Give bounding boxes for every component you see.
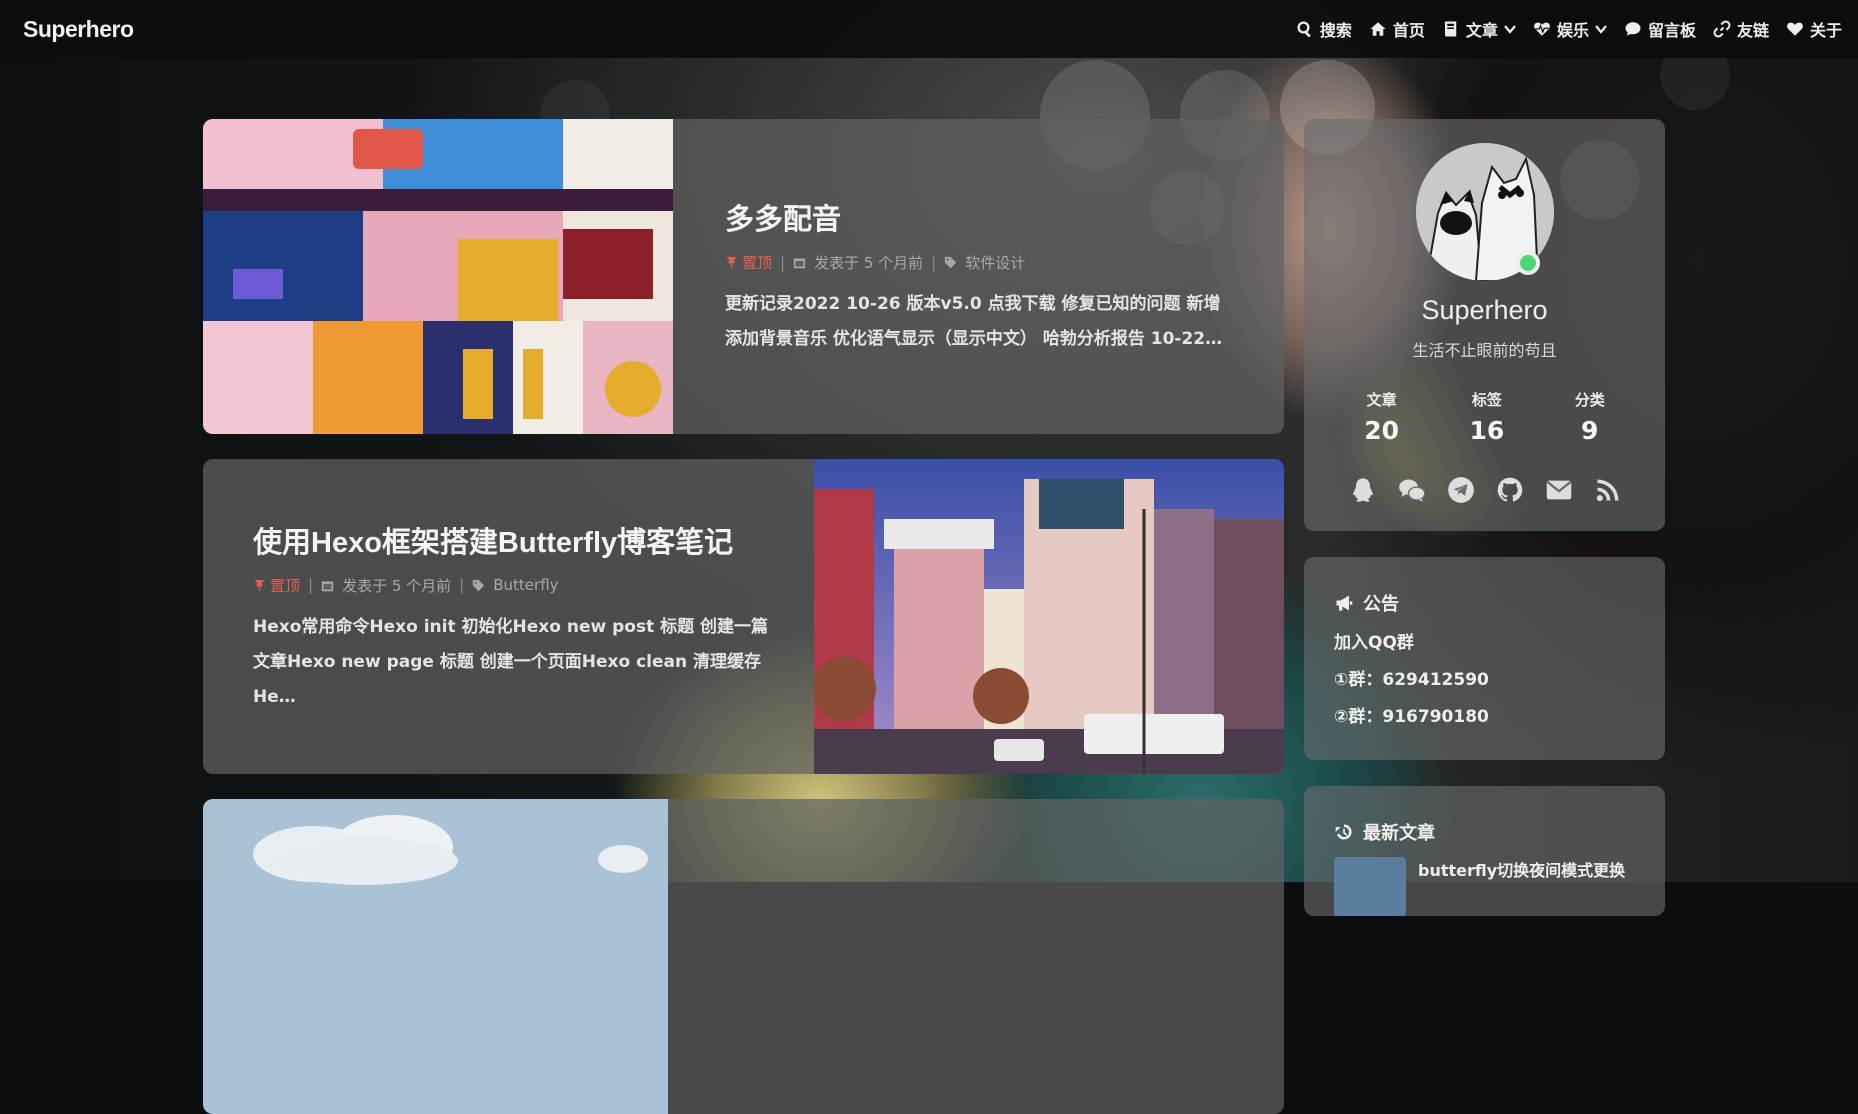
announcement-line: ①群：629412590	[1334, 670, 1489, 690]
site-brand[interactable]: Superhero	[23, 16, 134, 43]
heart-icon	[1787, 22, 1803, 36]
announcement-title: 公告	[1363, 594, 1399, 615]
stat-categories[interactable]: 分类 9	[1575, 389, 1605, 445]
online-status-dot	[1516, 251, 1540, 275]
chevron-down-icon	[1504, 25, 1516, 34]
wechat-icon[interactable]	[1398, 476, 1426, 504]
navbar: Superhero 搜索 首页 文章 娱乐 留言板 友链 关于	[0, 0, 1858, 58]
book-icon	[1444, 21, 1457, 37]
post-title[interactable]: 使用Hexo框架搭建Butterfly博客笔记	[253, 519, 774, 561]
announcement-card: 公告 加入QQ群 ①群：629412590 ②群：916790180	[1304, 557, 1665, 760]
stat-value: 16	[1469, 416, 1505, 445]
nav-item-guestbook[interactable]: 留言板	[1624, 17, 1696, 41]
stat-label: 标签	[1471, 391, 1502, 409]
nav-item-label: 娱乐	[1556, 21, 1589, 40]
nav-item-label: 首页	[1392, 21, 1425, 40]
announcement-line: 加入QQ群	[1334, 633, 1414, 653]
stat-value: 9	[1581, 416, 1599, 445]
rss-icon[interactable]	[1594, 476, 1622, 504]
search-icon	[1297, 21, 1311, 38]
post-cover-image[interactable]	[812, 459, 1284, 774]
calendar-icon	[793, 258, 806, 269]
nav-item-about[interactable]: 关于	[1786, 17, 1842, 41]
pinned-badge: 置顶	[725, 252, 772, 273]
stat-label: 文章	[1366, 391, 1397, 409]
history-icon	[1335, 824, 1352, 840]
recent-posts-card: 最新文章 butterfly切换夜间模式更换	[1304, 786, 1665, 916]
bullhorn-icon	[1336, 595, 1353, 611]
nav-item-home[interactable]: 首页	[1369, 17, 1425, 41]
tag-icon	[473, 579, 485, 591]
nav-item-label: 留言板	[1647, 21, 1696, 40]
thumbtack-icon	[255, 579, 264, 591]
nav-item-entertainment[interactable]: 娱乐	[1533, 17, 1607, 41]
comment-icon	[1625, 22, 1641, 36]
thumbtack-icon	[727, 256, 736, 269]
stat-value: 20	[1364, 416, 1400, 445]
author-name: Superhero	[1421, 295, 1548, 325]
chevron-down-icon	[1595, 25, 1607, 34]
tag-icon	[945, 256, 957, 269]
post-title[interactable]: 多多配音	[725, 196, 1234, 238]
telegram-icon[interactable]	[1447, 476, 1475, 504]
pinned-badge: 置顶	[253, 575, 300, 596]
pinned-label: 置顶	[270, 576, 301, 595]
author-stats: 文章 20 标签 16 分类 9	[1329, 389, 1640, 445]
post-cover-image[interactable]	[203, 119, 673, 434]
post-tag[interactable]: Butterfly	[493, 576, 558, 594]
home-icon	[1370, 22, 1386, 36]
meta-separator: |	[308, 576, 314, 594]
announcement-line: ②群：916790180	[1334, 707, 1489, 727]
announcement-heading: 公告	[1334, 590, 1665, 616]
post-tag[interactable]: 软件设计	[965, 252, 1025, 273]
post-cover-image[interactable]	[203, 799, 668, 1114]
stat-tags[interactable]: 标签 16	[1469, 389, 1504, 445]
nav-item-articles[interactable]: 文章	[1442, 17, 1516, 41]
post-info: 多多配音 置顶 | 发表于 5 个月前 | 软件设计 更新记录2022 10-2…	[673, 119, 1284, 434]
post-excerpt: 更新记录2022 10-26 版本v5.0 点我下载 修复已知的问题 新增添加背…	[725, 294, 1223, 349]
post-date: 发表于 5 个月前	[814, 254, 924, 272]
post-card[interactable]: 多多配音 置顶 | 发表于 5 个月前 | 软件设计 更新记录2022 10-2…	[203, 119, 1284, 434]
nav-item-label: 搜索	[1319, 21, 1352, 40]
post-card[interactable]	[203, 799, 1284, 1114]
author-card: Superhero 生活不止眼前的苟且 文章 20 标签 16 分类 9	[1304, 119, 1665, 531]
stat-label: 分类	[1574, 391, 1605, 409]
github-icon[interactable]	[1496, 476, 1524, 504]
post-date: 发表于 5 个月前	[342, 576, 452, 595]
pinned-label: 置顶	[742, 254, 773, 272]
recent-post-thumbnail[interactable]	[1334, 857, 1406, 916]
meta-separator: |	[931, 253, 937, 272]
post-meta: 置顶 | 发表于 5 个月前 | 软件设计	[725, 252, 1234, 273]
post-excerpt: Hexo常用命令Hexo init 初始化Hexo new post 标题 创建…	[253, 616, 769, 707]
nav-menu: 搜索 首页 文章 娱乐 留言板 友链 关于	[1296, 17, 1842, 41]
nav-item-search[interactable]: 搜索	[1296, 17, 1352, 41]
meta-separator: |	[780, 253, 786, 272]
recent-posts-title: 最新文章	[1363, 823, 1435, 844]
qq-icon[interactable]	[1349, 476, 1377, 504]
email-icon[interactable]	[1545, 476, 1573, 504]
recent-post-item[interactable]: butterfly切换夜间模式更换	[1334, 857, 1665, 916]
calendar-icon	[321, 580, 334, 591]
heartbeat-icon	[1534, 22, 1550, 36]
stat-articles[interactable]: 文章 20	[1364, 389, 1399, 445]
post-meta: 置顶 | 发表于 5 个月前 | Butterfly	[253, 575, 774, 596]
recent-posts-heading: 最新文章	[1334, 819, 1665, 845]
post-info: 使用Hexo框架搭建Butterfly博客笔记 置顶 | 发表于 5 个月前 |…	[203, 459, 814, 774]
nav-item-friends[interactable]: 友链	[1713, 17, 1769, 41]
recent-post-title[interactable]: butterfly切换夜间模式更换	[1418, 857, 1625, 916]
post-card[interactable]: 使用Hexo框架搭建Butterfly博客笔记 置顶 | 发表于 5 个月前 |…	[203, 459, 1284, 774]
link-icon	[1713, 20, 1731, 38]
nav-item-label: 文章	[1465, 21, 1498, 40]
author-description: 生活不止眼前的苟且	[1412, 341, 1557, 360]
nav-item-label: 友链	[1736, 21, 1769, 40]
social-links	[1349, 476, 1622, 504]
meta-separator: |	[459, 576, 465, 594]
nav-item-label: 关于	[1809, 21, 1842, 40]
